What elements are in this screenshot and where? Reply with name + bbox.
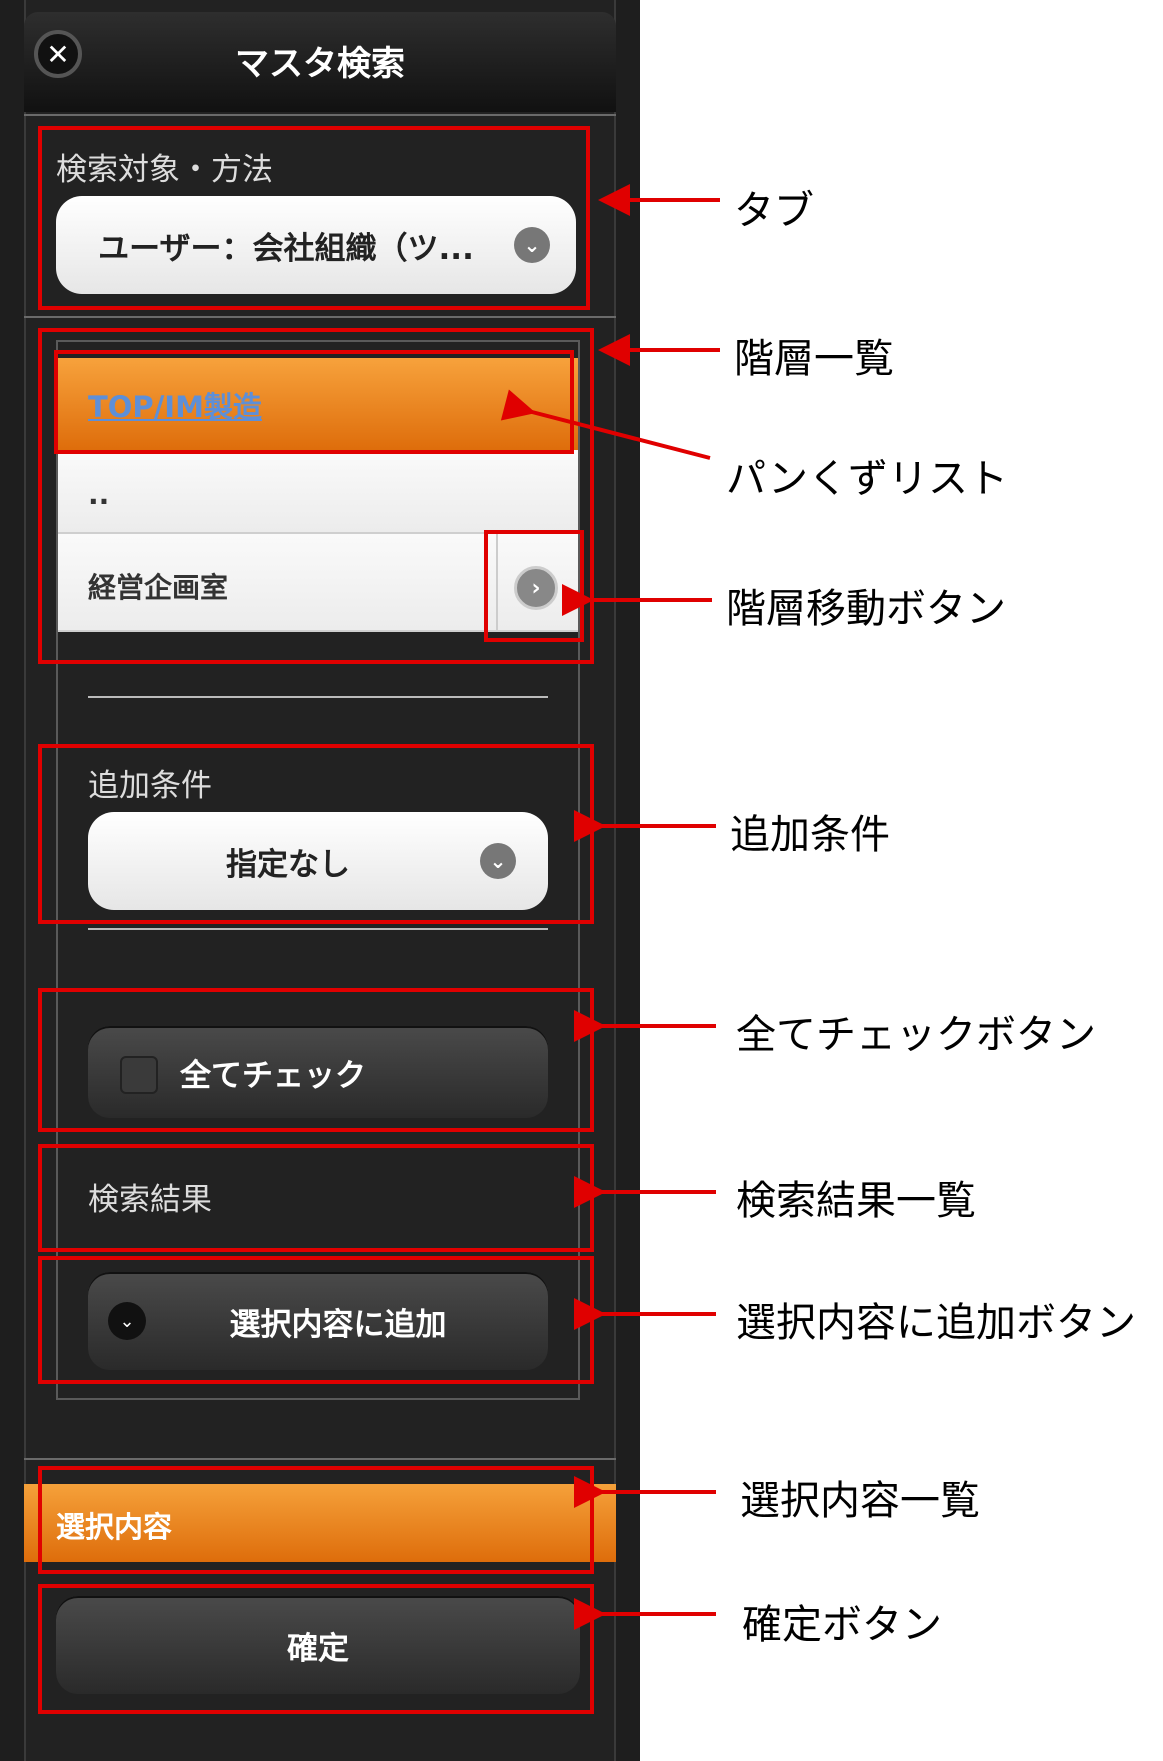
annotation-hierarchy-list: 階層一覧 xyxy=(734,336,894,382)
annotation-breadcrumb-list: パンくずリスト xyxy=(726,456,1008,502)
annotation-add-selection-button: 選択内容に追加ボタン xyxy=(736,1300,1136,1346)
annotation-hierarchy-move-button: 階層移動ボタン xyxy=(726,586,1006,632)
annotation-check-all-button: 全てチェックボタン xyxy=(736,1012,1096,1058)
annotation-confirm-button: 確定ボタン xyxy=(742,1602,942,1648)
annotation-search-result-list: 検索結果一覧 xyxy=(736,1178,976,1224)
annotation-additional-conditions: 追加条件 xyxy=(730,812,890,858)
annotation-tab: タブ xyxy=(734,188,814,234)
annotation-arrows xyxy=(500,184,720,1630)
annotation-selection-list: 選択内容一覧 xyxy=(740,1478,980,1524)
